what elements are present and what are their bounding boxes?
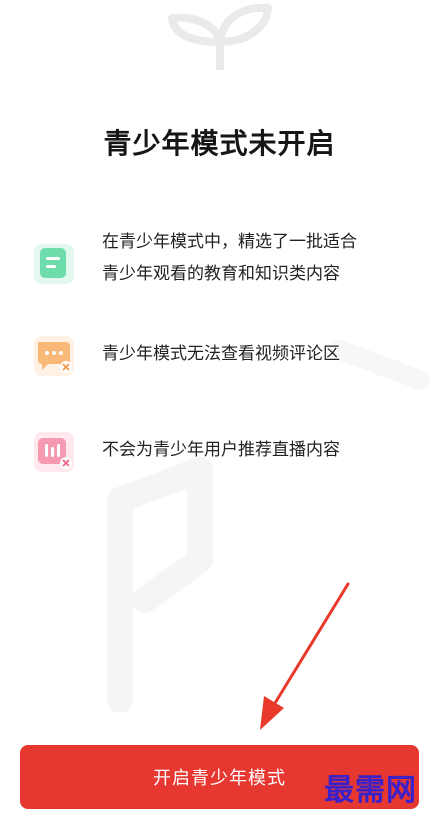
feature-item-education: 在青少年模式中，精选了一批适合 青少年观看的教育和知识类内容	[28, 226, 418, 296]
no-live-icon	[34, 432, 74, 472]
watermark-logo: 最需网	[324, 773, 417, 808]
no-comment-icon	[34, 336, 74, 376]
feature-text-education: 在青少年模式中，精选了一批适合 青少年观看的教育和知识类内容	[102, 226, 422, 290]
education-doc-icon	[34, 244, 74, 284]
feature-text-line: 在青少年模式中，精选了一批适合	[102, 232, 357, 252]
annotation-arrow-icon	[260, 582, 350, 730]
page-title: 青少年模式未开启	[103, 127, 336, 160]
feature-text-line: 青少年观看的教育和知识类内容	[102, 264, 340, 284]
sprout-icon	[168, 3, 272, 70]
feature-item-no-live: 不会为青少年用户推荐直播内容	[28, 432, 418, 474]
feature-text-no-comments: 青少年模式无法查看视频评论区	[102, 338, 422, 370]
feature-text-line: 青少年模式无法查看视频评论区	[102, 344, 340, 364]
feature-text-no-live: 不会为青少年用户推荐直播内容	[102, 434, 422, 466]
feature-text-line: 不会为青少年用户推荐直播内容	[102, 440, 340, 460]
feature-item-no-comments: 青少年模式无法查看视频评论区	[28, 336, 418, 378]
teen-mode-page: 青少年模式未开启 在青少年模式中，精选了一批适合 青少年观看的教育和知识类内容 …	[0, 0, 439, 820]
